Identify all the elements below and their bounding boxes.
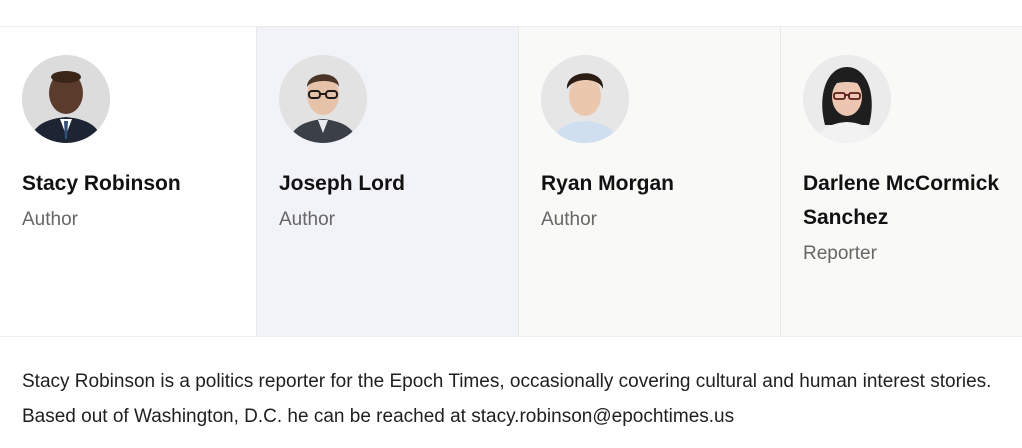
author-avatar bbox=[541, 55, 629, 143]
author-role: Author bbox=[279, 209, 335, 230]
author-name: Stacy Robinson bbox=[22, 172, 181, 195]
author-name: Darlene McCormick Sanchez bbox=[803, 172, 1000, 229]
author-card-stacy-robinson[interactable]: Stacy Robinson Author bbox=[0, 27, 256, 336]
author-name: Joseph Lord bbox=[279, 172, 406, 195]
authors-row: Stacy Robinson Author Joseph Lord Author bbox=[0, 26, 1022, 337]
author-avatar bbox=[22, 55, 110, 143]
author-role: Reporter bbox=[803, 243, 877, 264]
author-photo-icon bbox=[803, 55, 891, 143]
author-role: Author bbox=[541, 209, 597, 230]
author-avatar bbox=[803, 55, 891, 143]
author-role: Author bbox=[22, 209, 78, 230]
author-card-joseph-lord[interactable]: Joseph Lord Author bbox=[256, 27, 518, 336]
author-bio: Stacy Robinson is a politics reporter fo… bbox=[22, 371, 992, 427]
author-photo-icon bbox=[279, 55, 367, 143]
author-name: Ryan Morgan bbox=[541, 172, 675, 195]
author-card-darlene-mccormick-sanchez[interactable]: Darlene McCormick Sanchez Reporter bbox=[780, 27, 1022, 336]
author-card-ryan-morgan[interactable]: Ryan Morgan Author bbox=[518, 27, 780, 336]
author-avatar bbox=[279, 55, 367, 143]
author-photo-icon bbox=[22, 55, 110, 143]
authors-section: Stacy Robinson Author Joseph Lord Author bbox=[0, 0, 1022, 448]
author-photo-icon bbox=[541, 55, 629, 143]
